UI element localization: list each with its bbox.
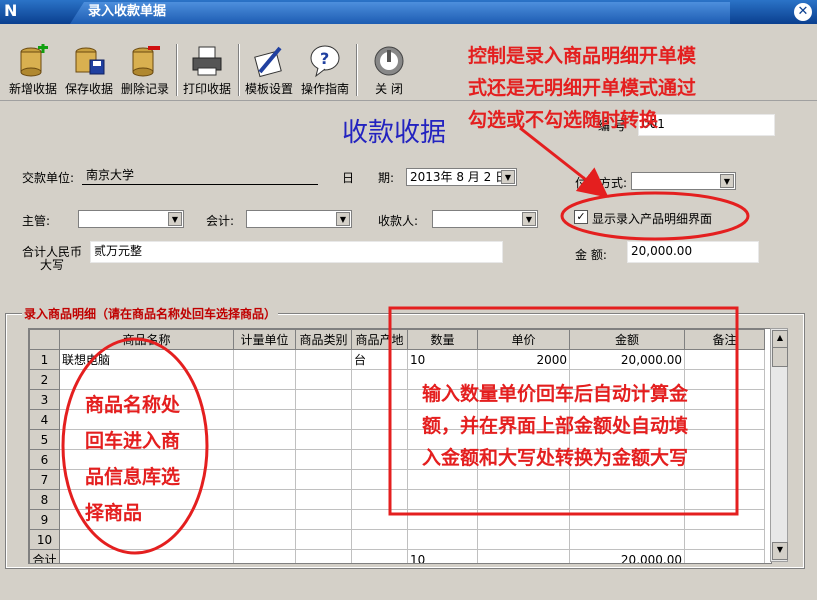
annotation-line: 择商品 bbox=[85, 502, 143, 524]
annotation-top-right: 控制是录入商品明细开单模 式还是无明细开单模式通过 勾选或不勾选随时转换 bbox=[468, 40, 728, 136]
annotation-line: 商品名称处 bbox=[85, 394, 181, 416]
annotation-line: 额，并在界面上部金额处自动填 bbox=[422, 415, 689, 437]
annotation-line: 勾选或不勾选随时转换 bbox=[468, 109, 659, 131]
annotation-line: 控制是录入商品明细开单模 bbox=[468, 45, 697, 67]
annotation-line: 回车进入商 bbox=[85, 430, 181, 452]
annotation-right: 输入数量单价回车后自动计算金 额，并在界面上部金额处自动填 入金额和大写处转换为… bbox=[422, 378, 722, 474]
annotation-line: 入金额和大写处转换为金额大写 bbox=[422, 447, 689, 469]
annotation-line: 输入数量单价回车后自动计算金 bbox=[422, 383, 689, 405]
annotation-arrow bbox=[519, 126, 609, 198]
annotation-left: 商品名称处 回车进入商 品信息库选 择商品 bbox=[85, 387, 205, 531]
checkbox-highlight-ellipse bbox=[560, 191, 750, 241]
annotation-line: 式还是无明细开单模式通过 bbox=[468, 77, 697, 99]
annotation-line: 品信息库选 bbox=[85, 466, 181, 488]
